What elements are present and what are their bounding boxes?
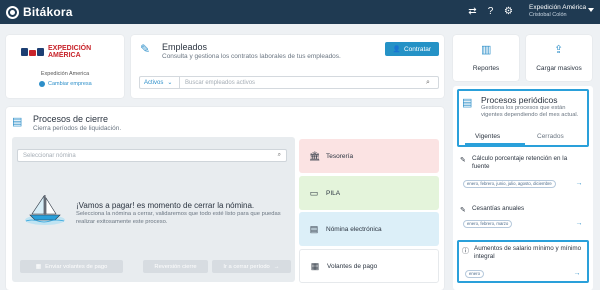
pay-stubs-module[interactable]: ▦ Volantes de pago bbox=[299, 249, 439, 283]
help-icon[interactable]: ? bbox=[485, 6, 496, 17]
periodic-subtitle: Gestiona los procesos que están vigentes… bbox=[481, 105, 579, 118]
change-company-link[interactable]: Cambiar empresa bbox=[39, 81, 92, 87]
bank-icon: 🏛 bbox=[309, 151, 321, 161]
periodic-process-item[interactable]: ✎ Cesantías anuales enero, febrero, marz… bbox=[457, 205, 589, 235]
arrow-right-icon[interactable]: → bbox=[573, 270, 581, 278]
top-navigation-bar: Bitákora ⇄ ? ⚙ Expedición América Cristo… bbox=[0, 0, 600, 24]
tab-cerrados[interactable]: Cerrados bbox=[537, 133, 564, 140]
status-filter-value: Activos bbox=[144, 79, 164, 86]
employee-search-input[interactable]: Buscar empleados activos bbox=[180, 80, 426, 86]
periodic-header: ▤ Procesos periódicos Gestiona los proce… bbox=[457, 89, 589, 147]
reports-button[interactable]: ▥ Reportes bbox=[453, 35, 519, 81]
periodic-processes-panel: ▤ Procesos periódicos Gestiona los proce… bbox=[453, 86, 593, 290]
edit-icon: ✎ bbox=[460, 157, 466, 164]
search-icon[interactable]: ⌕ bbox=[426, 79, 434, 87]
process-months-badge: enero, febrero, junio, julio, agosto, di… bbox=[463, 180, 556, 188]
user-menu[interactable]: Expedición América Cristobal Colón bbox=[529, 4, 586, 19]
logo-line-2: AMÉRICA bbox=[48, 52, 81, 59]
company-name: Expedición America bbox=[40, 71, 90, 77]
shuffle-icon[interactable]: ⇄ bbox=[467, 6, 478, 17]
bulk-upload-button[interactable]: ⇪ Cargar masivos bbox=[526, 35, 592, 81]
process-title: Cesantías anuales bbox=[472, 205, 525, 212]
closing-process-icon: ▤ bbox=[12, 116, 23, 128]
status-filter-select[interactable]: Activos ⌄ bbox=[140, 77, 180, 88]
top-icons: ⇄ ? ⚙ bbox=[467, 6, 514, 17]
periodic-process-item[interactable]: ✎ Cálculo porcentaje retención en la fue… bbox=[457, 155, 589, 195]
logo-line-1: EXPEDICIÓN bbox=[48, 45, 92, 52]
employees-title: Empleados bbox=[162, 42, 208, 52]
arrow-right-icon[interactable]: → bbox=[575, 220, 583, 228]
arrow-right-icon: → bbox=[273, 263, 280, 270]
change-company-label: Cambiar empresa bbox=[48, 81, 92, 87]
employee-search-bar: Activos ⌄ Buscar empleados activos ⌕ bbox=[139, 76, 439, 89]
treasury-label: Tesorería bbox=[326, 152, 354, 160]
add-user-icon: 👤 bbox=[392, 46, 401, 53]
treasury-module[interactable]: 🏛 Tesorería bbox=[299, 139, 439, 173]
pay-stubs-label: Volantes de pago bbox=[327, 262, 378, 270]
process-months-badge: enero bbox=[465, 270, 484, 278]
gear-icon[interactable]: ⚙ bbox=[503, 6, 514, 17]
company-card: EXPEDICIÓN AMÉRICA Expedición America Ca… bbox=[6, 35, 124, 98]
sailboat-illustration bbox=[25, 195, 65, 225]
pila-label: PILA bbox=[326, 189, 341, 197]
payroll-message-title: ¡Vamos a pagar! es momento de cerrar la … bbox=[76, 201, 255, 210]
edit-icon: ✎ bbox=[460, 207, 466, 214]
chevron-down-icon: ⌄ bbox=[167, 80, 173, 86]
periodic-process-item[interactable]: ⓘ Aumentos de salario mínimo y mínimo in… bbox=[457, 240, 589, 283]
process-title: Aumentos de salario mínimo y mínimo inte… bbox=[474, 245, 582, 260]
app-name: Bitákora bbox=[23, 5, 73, 19]
active-tab-indicator bbox=[465, 143, 525, 145]
search-icon: ⌕ bbox=[277, 152, 281, 158]
calendar-icon: ▦ bbox=[310, 261, 320, 271]
swap-icon bbox=[39, 81, 45, 87]
suitcase-icon bbox=[21, 48, 44, 56]
bitakora-logo-icon bbox=[6, 5, 19, 19]
company-logo: EXPEDICIÓN AMÉRICA bbox=[21, 45, 91, 59]
process-months-badge: enero, febrero, marzo bbox=[463, 220, 513, 228]
app-logo[interactable]: Bitákora bbox=[6, 5, 73, 19]
current-company: Expedición América bbox=[529, 4, 587, 11]
periodic-title: Procesos periódicos bbox=[481, 95, 558, 105]
chevron-down-icon[interactable] bbox=[588, 8, 594, 12]
reports-icon: ▥ bbox=[481, 44, 492, 56]
arrow-right-icon[interactable]: → bbox=[575, 180, 583, 188]
info-icon: ⓘ bbox=[462, 248, 469, 255]
send-pay-stubs-button[interactable]: ▦ Enviar volantes de pago bbox=[20, 260, 123, 273]
close-period-button[interactable]: Ir a cerrar período → bbox=[212, 260, 291, 273]
electronic-payroll-label: Nómina electrónica bbox=[326, 225, 382, 233]
payroll-close-panel: Seleccionar nómina ⌕ ¡Vamos a pagar! es … bbox=[12, 137, 295, 282]
reports-label: Reportes bbox=[472, 65, 500, 72]
electronic-payroll-module[interactable]: ▤ Nómina electrónica bbox=[299, 212, 439, 246]
closing-title: Procesos de cierre bbox=[33, 114, 109, 124]
bulk-upload-label: Cargar masivos bbox=[536, 65, 582, 72]
calendar-icon: ▦ bbox=[35, 263, 42, 270]
payroll-message-body: Selecciona la nómina a cerrar, validarem… bbox=[76, 211, 281, 225]
send-pay-stubs-label: Enviar volantes de pago bbox=[45, 263, 108, 270]
hire-button[interactable]: 👤 Contratar bbox=[385, 42, 439, 56]
process-title: Cálculo porcentaje retención en la fuent… bbox=[472, 155, 568, 170]
tab-vigentes[interactable]: Vigentes bbox=[475, 133, 500, 140]
current-user: Cristobal Colón bbox=[529, 11, 567, 18]
pila-module[interactable]: ▭ PILA bbox=[299, 176, 439, 210]
periodic-process-icon: ▤ bbox=[462, 97, 473, 109]
payroll-select-input[interactable]: Seleccionar nómina ⌕ bbox=[17, 149, 287, 162]
hire-label: Contratar bbox=[403, 45, 432, 53]
employees-icon: ✎ bbox=[140, 42, 151, 56]
payroll-select-placeholder: Seleccionar nómina bbox=[23, 152, 76, 159]
closing-subtitle: Cierra períodos de liquidación. bbox=[33, 125, 122, 132]
reverse-close-button[interactable]: Reversión cierre bbox=[143, 260, 208, 273]
upload-icon: ⇪ bbox=[554, 44, 564, 56]
document-icon: ▭ bbox=[309, 188, 319, 198]
reverse-close-label: Reversión cierre bbox=[154, 263, 197, 270]
employees-card: ✎ Empleados Consulta y gestiona los cont… bbox=[131, 35, 444, 98]
invoice-icon: ▤ bbox=[309, 224, 319, 234]
employees-subtitle: Consulta y gestiona los contratos labora… bbox=[162, 53, 341, 60]
close-period-label: Ir a cerrar período bbox=[223, 263, 270, 270]
